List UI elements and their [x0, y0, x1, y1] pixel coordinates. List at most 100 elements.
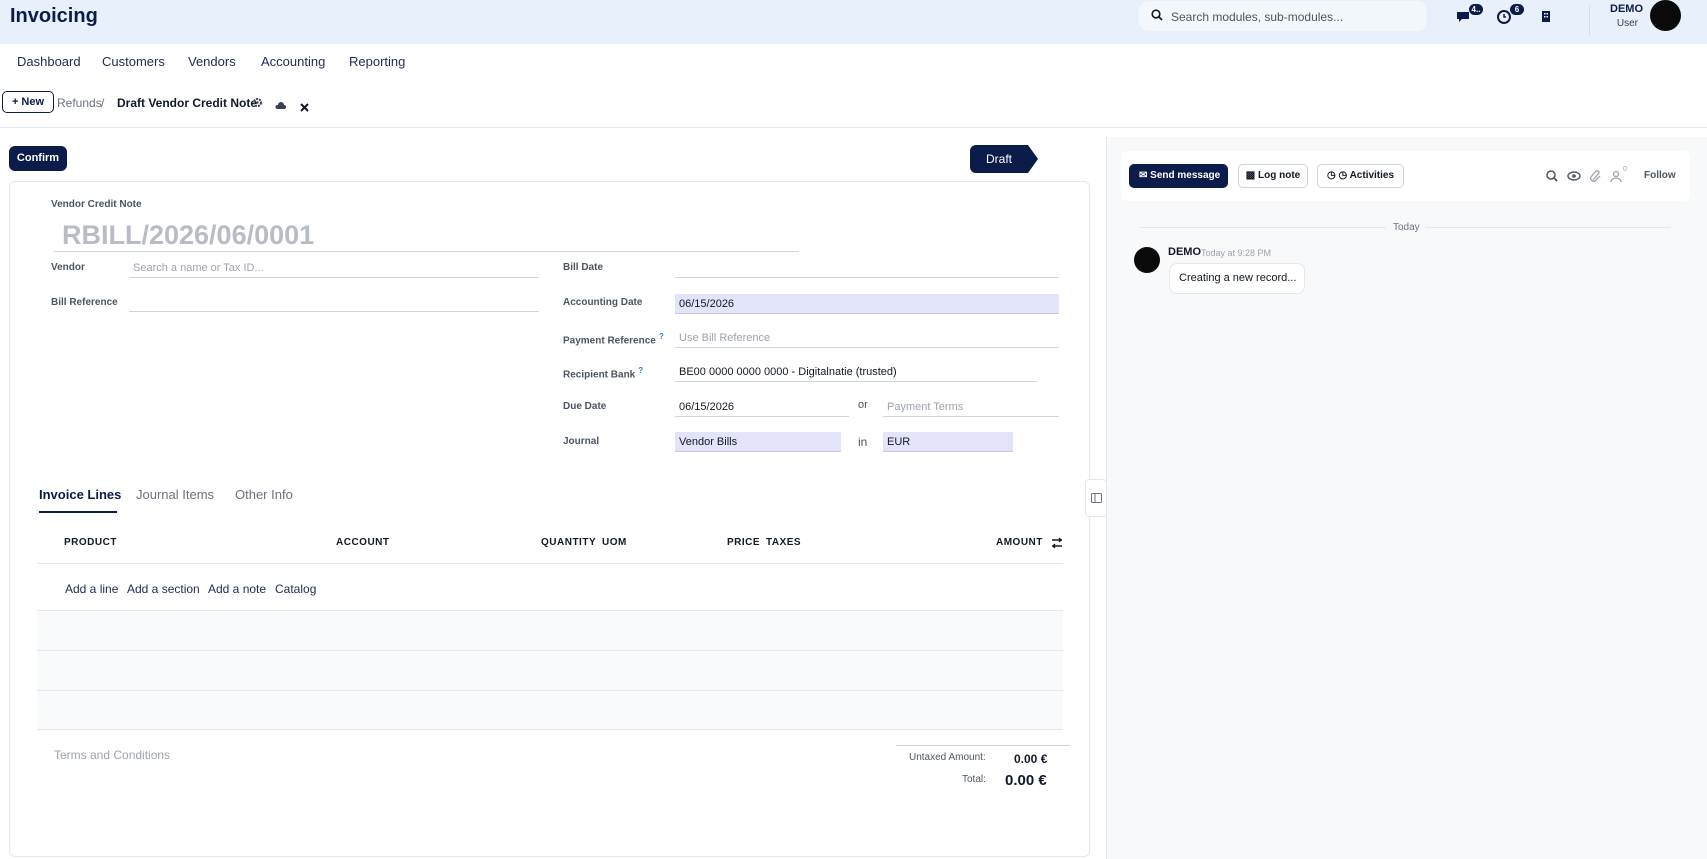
gear-icon[interactable]: [252, 97, 263, 108]
or-text: or: [858, 399, 868, 411]
table-row: [37, 610, 1063, 650]
column-quantity[interactable]: QUANTITY: [541, 537, 596, 548]
breadcrumb-parent[interactable]: Refunds: [57, 96, 102, 110]
log-note-label: Log note: [1258, 170, 1301, 181]
close-icon[interactable]: [299, 102, 310, 113]
accounting-date-field[interactable]: 06/15/2026: [675, 294, 1059, 314]
header-divider: [0, 127, 1707, 128]
form-sheet: Vendor Credit Note RBILL/2026/06/0001 Ve…: [9, 181, 1090, 857]
document-number: RBILL/2026/06/0001: [54, 220, 799, 252]
search-box[interactable]: Search modules, sub-modules...: [1139, 1, 1427, 31]
menu-item-reporting[interactable]: Reporting: [349, 54, 405, 69]
add-note-link[interactable]: Add a note: [208, 582, 266, 596]
followers-icon[interactable]: [1610, 169, 1622, 183]
status-arrow: [1028, 145, 1038, 173]
paperclip-icon[interactable]: [1589, 169, 1603, 183]
column-amount[interactable]: AMOUNT: [996, 537, 1043, 548]
help-icon[interactable]: ?: [659, 332, 664, 341]
topbar-divider: [1589, 6, 1590, 36]
search-icon[interactable]: [1545, 169, 1559, 183]
payment-terms-field[interactable]: Payment Terms: [883, 397, 1059, 417]
vendor-field[interactable]: Search a name or Tax ID...: [129, 258, 539, 278]
vendor-label: Vendor: [51, 262, 85, 273]
top-navbar: Invoicing Search modules, sub-modules...…: [0, 0, 1707, 44]
currency-field[interactable]: EUR: [883, 432, 1013, 452]
tab-other-info[interactable]: Other Info: [235, 487, 293, 502]
bill-reference-field[interactable]: [129, 292, 539, 312]
bill-reference-label: Bill Reference: [51, 297, 118, 308]
bill-date-field[interactable]: [675, 258, 1059, 278]
new-button[interactable]: + New: [2, 91, 54, 113]
followers-count: 0: [1623, 166, 1627, 173]
due-date-label: Due Date: [563, 401, 607, 412]
recipient-bank-field[interactable]: BE00 0000 0000 0000 - Digitalnatie (trus…: [675, 362, 1037, 382]
totals-divider: [896, 745, 1070, 746]
search-placeholder[interactable]: Search modules, sub-modules...: [1171, 10, 1343, 24]
menu-item-customers[interactable]: Customers: [102, 54, 165, 69]
recipient-bank-label: Recipient Bank?: [563, 366, 644, 381]
add-line-link[interactable]: Add a line: [65, 582, 118, 596]
optional-columns-icon[interactable]: [1051, 537, 1063, 549]
sidebar-toggle-icon: [1091, 493, 1102, 503]
untaxed-amount-label: Untaxed Amount:: [909, 752, 986, 763]
send-message-label: Send message: [1150, 170, 1221, 181]
messages-button[interactable]: 4..: [1455, 4, 1483, 28]
in-text: in: [858, 435, 868, 449]
chatter-toggle[interactable]: [1085, 479, 1107, 517]
today-label: Today: [1393, 222, 1420, 233]
breadcrumb-separator: /: [101, 96, 105, 110]
column-price[interactable]: PRICE: [727, 537, 760, 548]
payment-reference-field[interactable]: Use Bill Reference: [675, 328, 1059, 348]
confirm-button[interactable]: Confirm: [9, 146, 67, 171]
total-label: Total:: [962, 774, 986, 785]
avatar[interactable]: [1650, 0, 1681, 31]
search-icon: [1151, 9, 1163, 21]
catalog-link[interactable]: Catalog: [275, 582, 316, 596]
column-taxes[interactable]: TAXES: [766, 537, 801, 548]
menu-item-vendors[interactable]: Vendors: [188, 54, 236, 69]
add-section-link[interactable]: Add a section: [127, 582, 200, 596]
activities-badge: 6: [1510, 4, 1524, 15]
column-account[interactable]: ACCOUNT: [336, 537, 390, 548]
messages-badge: 4..: [1469, 4, 1483, 15]
active-tab-indicator: [39, 511, 117, 513]
message-body: Creating a new record...: [1169, 263, 1305, 294]
table-row: [37, 690, 1063, 730]
eye-icon[interactable]: [1567, 169, 1581, 183]
message-author[interactable]: DEMO: [1168, 246, 1201, 258]
menu-item-dashboard[interactable]: Dashboard: [17, 54, 81, 69]
menu-item-accounting[interactable]: Accounting: [261, 54, 325, 69]
bill-date-label: Bill Date: [563, 262, 604, 273]
user-role: User: [1616, 18, 1638, 29]
payment-reference-label: Payment Reference?: [563, 332, 664, 347]
total-value: 0.00 €: [1005, 772, 1047, 789]
table-row: [37, 650, 1063, 690]
follow-button[interactable]: Follow: [1644, 170, 1676, 181]
message-time: Today at 9:28 PM: [1201, 248, 1272, 258]
column-product[interactable]: PRODUCT: [64, 537, 117, 548]
journal-field[interactable]: Vendor Bills: [675, 432, 841, 452]
today-divider: [1425, 227, 1671, 228]
cloud-upload-icon[interactable]: [275, 100, 286, 111]
log-note-button[interactable]: ▩ Log note: [1238, 164, 1308, 188]
tab-invoice-lines[interactable]: Invoice Lines: [39, 487, 121, 502]
untaxed-amount-value: 0.00 €: [1014, 752, 1048, 766]
terms-and-conditions-field[interactable]: Terms and Conditions: [54, 748, 170, 762]
column-uom[interactable]: UOM: [602, 537, 627, 548]
send-message-button[interactable]: ✉ Send message: [1129, 164, 1228, 188]
status-draft[interactable]: Draft: [970, 145, 1028, 173]
activities-button[interactable]: 6: [1496, 4, 1524, 28]
accounting-date-label: Accounting Date: [563, 297, 643, 308]
chatter-toolbar: ✉ Send message ▩ Log note ◷ ◷ Activities…: [1121, 151, 1690, 201]
document-type-label: Vendor Credit Note: [51, 199, 142, 210]
app-title[interactable]: Invoicing: [10, 5, 98, 28]
help-icon[interactable]: ?: [638, 366, 643, 375]
activities-label: Activities: [1349, 170, 1395, 181]
due-date-field[interactable]: 06/15/2026: [675, 397, 849, 417]
user-name[interactable]: DEMO: [1610, 3, 1643, 15]
activities-button[interactable]: ◷ ◷ Activities: [1317, 164, 1404, 188]
tab-journal-items[interactable]: Journal Items: [136, 487, 214, 502]
company-switcher[interactable]: [1539, 6, 1565, 28]
today-divider: [1140, 227, 1386, 228]
avatar[interactable]: [1134, 247, 1160, 273]
